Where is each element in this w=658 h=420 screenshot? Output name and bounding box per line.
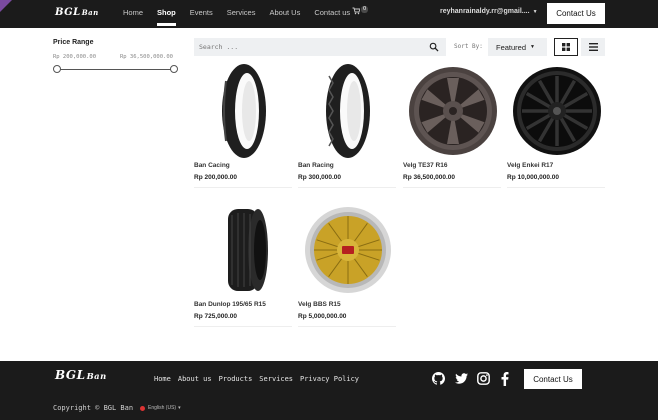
- product-image[interactable]: [194, 200, 294, 300]
- nav-contact-us[interactable]: Contact us: [314, 8, 350, 17]
- list-view-button[interactable]: [581, 38, 605, 56]
- search-box: [194, 38, 446, 56]
- card-divider: [403, 187, 501, 188]
- product-name[interactable]: Ban Cacing: [194, 162, 230, 169]
- copyright-text: Copyright © BGL Ban: [53, 404, 134, 412]
- github-icon[interactable]: [432, 372, 445, 385]
- wheel-bbs-icon: [305, 207, 391, 293]
- product-name[interactable]: Velg Enkei R17: [507, 162, 553, 169]
- tire-dunlop-icon: [228, 209, 268, 291]
- footer-nav-home[interactable]: Home: [154, 375, 171, 383]
- tire-racing-icon: [326, 64, 370, 158]
- footer-nav-privacy-policy[interactable]: Privacy Policy: [300, 375, 359, 383]
- nav-about-us[interactable]: About Us: [269, 8, 300, 17]
- price-min-label: Rp 200,000.00: [53, 54, 97, 60]
- product-image[interactable]: [403, 61, 503, 161]
- brand-logo-text: BGL: [55, 7, 81, 18]
- instagram-icon[interactable]: [477, 372, 490, 385]
- grid-icon: [562, 43, 570, 51]
- price-slider-track[interactable]: [57, 69, 174, 70]
- sort-value: Featured: [496, 42, 527, 52]
- product-image[interactable]: [298, 200, 398, 300]
- card-divider: [194, 326, 292, 327]
- user-email: reyhanrainaldy.rr@gmail....: [440, 8, 530, 15]
- sort-select[interactable]: Featured ▼: [488, 38, 547, 56]
- price-range-title: Price Range: [53, 39, 94, 46]
- product-name[interactable]: Ban Dunlop 195/65 R15: [194, 301, 266, 308]
- cart-count-badge: 0: [361, 6, 369, 13]
- nav-events[interactable]: Events: [190, 8, 213, 17]
- footer-brand-sub: Ban: [86, 371, 107, 381]
- search-icon[interactable]: [429, 42, 439, 52]
- product-image[interactable]: [507, 61, 607, 161]
- card-divider: [298, 187, 396, 188]
- nav-services[interactable]: Services: [227, 8, 256, 17]
- tire-slick-icon: [222, 64, 266, 158]
- brand-logo[interactable]: BGLBan: [55, 7, 99, 18]
- product-price: Rp 200,000.00: [194, 174, 238, 181]
- search-input[interactable]: [199, 43, 419, 51]
- nav-shop[interactable]: Shop: [157, 8, 176, 26]
- card-divider: [298, 326, 396, 327]
- cart-icon: [352, 7, 361, 15]
- user-menu[interactable]: reyhanrainaldy.rr@gmail.... ▼: [440, 8, 538, 15]
- product-name[interactable]: Velg TE37 R16: [403, 162, 447, 169]
- footer-nav-products[interactable]: Products: [219, 375, 253, 383]
- product-price: Rp 5,000,000.00: [298, 313, 347, 320]
- footer-nav-services[interactable]: Services: [259, 375, 293, 383]
- card-divider: [507, 187, 605, 188]
- footer-brand-text: BGL: [55, 368, 86, 382]
- product-price: Rp 725,000.00: [194, 313, 238, 320]
- chevron-down-icon: ▼: [532, 9, 538, 15]
- list-icon: [588, 43, 598, 51]
- price-slider-min-handle[interactable]: [53, 65, 61, 73]
- product-name[interactable]: Ban Racing: [298, 162, 334, 169]
- facebook-icon[interactable]: [498, 371, 511, 386]
- footer-brand-logo[interactable]: BGLBan: [55, 368, 107, 382]
- contact-us-button[interactable]: Contact Us: [547, 3, 605, 24]
- footer-contact-us-button[interactable]: Contact Us: [524, 369, 582, 389]
- wheel-te37-icon: [409, 67, 497, 155]
- price-slider-max-handle[interactable]: [170, 65, 178, 73]
- card-divider: [194, 187, 292, 188]
- cart-button[interactable]: 0: [352, 6, 369, 17]
- wheel-enkei-icon: [513, 67, 601, 155]
- product-image[interactable]: [298, 61, 398, 161]
- nav-home[interactable]: Home: [123, 8, 143, 17]
- product-price: Rp 10,000,000.00: [507, 174, 560, 181]
- product-image[interactable]: [194, 61, 294, 161]
- main-nav: Home Shop Events Services About Us Conta…: [123, 8, 364, 26]
- price-max-label: Rp 36,500,000.00: [120, 54, 173, 60]
- product-name[interactable]: Velg BBS R15: [298, 301, 341, 308]
- chevron-down-icon: ▾: [178, 405, 181, 411]
- brand-logo-sub: Ban: [81, 8, 99, 17]
- footer-nav-about-us[interactable]: About us: [178, 375, 212, 383]
- product-price: Rp 36,500,000.00: [403, 174, 456, 181]
- grid-view-button[interactable]: [554, 38, 578, 56]
- language-label: English (US): [148, 405, 177, 411]
- language-selector[interactable]: English (US) ▾: [140, 405, 181, 411]
- chevron-down-icon: ▼: [530, 44, 535, 50]
- flag-icon: [140, 405, 145, 411]
- sort-by-label: Sort By:: [454, 43, 483, 50]
- debug-corner-badge[interactable]: [0, 0, 12, 12]
- product-price: Rp 300,000.00: [298, 174, 342, 181]
- footer-nav: Home About us Products Services Privacy …: [154, 375, 366, 383]
- twitter-icon[interactable]: [455, 372, 468, 385]
